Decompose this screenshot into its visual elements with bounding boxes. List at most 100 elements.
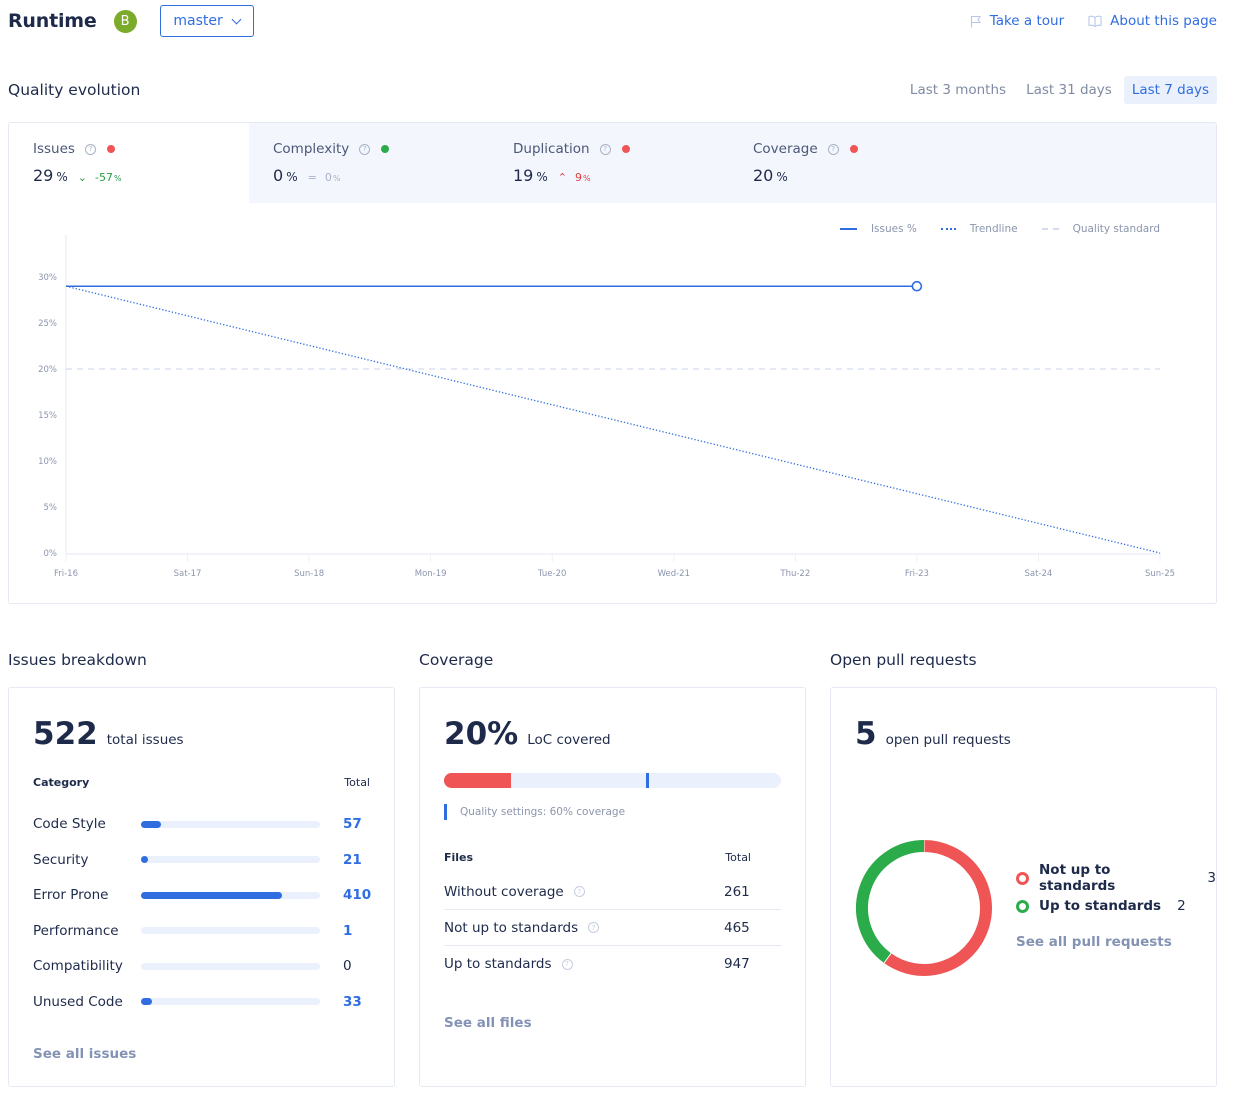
help-icon[interactable]: ? <box>827 143 839 155</box>
delta-value: 9 <box>574 171 582 184</box>
metric-tab-complexity[interactable]: Complexity ? 0% = 0% <box>249 123 489 203</box>
metric-tab-duplication[interactable]: Duplication ? 19% ⌃ 9% <box>489 123 729 203</box>
issue-category-row[interactable]: Code Style 57 <box>33 816 373 832</box>
tab-last-3-months[interactable]: Last 3 months <box>902 76 1014 104</box>
metric-unit: % <box>56 170 68 184</box>
about-page-label: About this page <box>1110 13 1217 29</box>
metric-name: Coverage <box>753 141 818 157</box>
category-name: Performance <box>33 922 119 939</box>
y-tick-label: 10% <box>38 457 57 467</box>
metric-value: 19 <box>513 166 534 185</box>
coverage-title: Coverage <box>419 651 494 669</box>
coverage-fill <box>444 773 512 788</box>
metric-value: 29 <box>33 166 54 185</box>
column-total: Total <box>344 776 370 789</box>
see-all-issues-link[interactable]: See all issues <box>33 1046 136 1062</box>
open-prs-card: 5 open pull requests Not up to standards… <box>830 687 1217 1087</box>
y-tick-label: 25% <box>38 319 57 329</box>
coverage-goal-marker <box>646 773 650 788</box>
category-name: Error Prone <box>33 887 109 903</box>
pr-legend-up-to-standards[interactable]: Up to standards 2 <box>1016 892 1216 920</box>
take-tour-link[interactable]: Take a tour <box>970 13 1064 29</box>
delta-unit: % <box>582 174 591 183</box>
metric-delta: ⌄ -57% <box>78 171 122 184</box>
category-bar <box>141 962 320 970</box>
coverage-percent: 20% <box>444 716 519 752</box>
about-page-link[interactable]: About this page <box>1088 13 1217 29</box>
issue-category-row[interactable]: Unused Code 33 <box>33 994 373 1010</box>
help-icon[interactable]: ? <box>599 143 611 155</box>
issues-table-header: Category Total <box>33 776 370 789</box>
donut-segment[interactable] <box>856 840 925 964</box>
status-dot-red <box>621 145 630 153</box>
help-icon[interactable]: ? <box>588 922 600 933</box>
delta-unit: % <box>332 174 341 183</box>
file-row-label: Up to standards <box>444 956 552 972</box>
metric-tabs: Issues ? 29% ⌄ -57% Complexity ? 0% = 0%… <box>9 123 1216 203</box>
take-tour-label: Take a tour <box>989 13 1065 29</box>
issue-category-row[interactable]: Error Prone 410 <box>33 887 373 903</box>
y-tick-label: 20% <box>38 365 57 375</box>
x-tick-label: Fri-23 <box>905 569 929 579</box>
delta-value: -57 <box>94 171 113 184</box>
metric-unit: % <box>776 170 788 184</box>
column-files: Files <box>444 851 474 864</box>
chevron-up-icon: ⌃ <box>557 171 567 184</box>
pr-legend-label: Not up to standards <box>1039 862 1116 894</box>
x-tick-label: Sat-17 <box>174 569 202 579</box>
green-ring-icon <box>1016 899 1029 913</box>
metric-unit: % <box>536 170 548 184</box>
total-issues-label: total issues <box>106 732 184 748</box>
file-row-up-to-standards: Up to standards? 947 <box>444 946 781 982</box>
branch-selector[interactable]: master <box>159 5 254 37</box>
category-total: 0 <box>343 958 352 974</box>
pr-legend-not-up-to-standards[interactable]: Not up to standards 3 <box>1016 862 1216 894</box>
issue-category-row[interactable]: Security 21 <box>33 852 373 868</box>
category-bar-fill <box>141 998 153 1005</box>
metric-name: Duplication <box>513 141 590 157</box>
branch-name: master <box>173 13 223 29</box>
goal-note-text: Quality settings: 60% coverage <box>460 806 626 818</box>
x-tick-label: Mon-19 <box>415 569 447 579</box>
metric-tab-coverage[interactable]: Coverage ? 20% <box>729 123 969 203</box>
coverage-progress-bar <box>444 773 781 788</box>
category-bar-fill <box>141 856 149 863</box>
category-total[interactable]: 33 <box>343 994 362 1010</box>
category-total[interactable]: 21 <box>343 852 362 868</box>
delta-unit: % <box>113 174 122 183</box>
issues-breakdown-title: Issues breakdown <box>8 651 147 669</box>
issue-category-row[interactable]: Compatibility 0 <box>33 958 373 974</box>
donut-segment[interactable] <box>884 840 992 976</box>
metric-tab-issues[interactable]: Issues ? 29% ⌄ -57% <box>9 123 249 203</box>
delta-value: 0 <box>324 171 332 184</box>
pr-legend-label: Up to standards <box>1039 898 1162 914</box>
x-tick-label: Fri-16 <box>54 569 78 579</box>
metric-delta: ⌃ 9% <box>558 171 591 184</box>
open-prs-count: 5 <box>855 716 877 752</box>
see-all-prs-link[interactable]: See all pull requests <box>1016 934 1216 950</box>
x-tick-label: Wed-21 <box>658 569 690 579</box>
y-tick-label: 5% <box>44 503 58 513</box>
file-row-total: 465 <box>724 919 750 936</box>
help-icon[interactable]: ? <box>359 143 371 155</box>
issue-category-row[interactable]: Performance 1 <box>33 923 373 939</box>
total-issues-count: 522 <box>33 716 98 752</box>
coverage-goal-note: Quality settings: 60% coverage <box>444 804 625 820</box>
x-tick-label: Sun-18 <box>294 569 324 579</box>
help-icon[interactable]: ? <box>573 886 585 897</box>
see-all-files-link[interactable]: See all files <box>444 1015 532 1031</box>
quality-evolution-title: Quality evolution <box>8 81 141 99</box>
category-name: Code Style <box>33 816 106 832</box>
pr-legend-count: 3 <box>1207 870 1216 886</box>
tab-last-31-days[interactable]: Last 31 days <box>1018 76 1120 104</box>
open-prs-title: Open pull requests <box>830 651 977 669</box>
tab-last-7-days[interactable]: Last 7 days <box>1123 76 1217 104</box>
help-icon[interactable]: ? <box>561 958 573 970</box>
file-row-label: Not up to standards <box>444 919 579 936</box>
category-total[interactable]: 410 <box>343 887 371 903</box>
category-total[interactable]: 57 <box>343 816 362 832</box>
category-total[interactable]: 1 <box>343 923 352 939</box>
pr-legend-count: 2 <box>1177 898 1186 914</box>
help-icon[interactable]: ? <box>84 143 96 155</box>
red-ring-icon <box>1016 871 1029 885</box>
